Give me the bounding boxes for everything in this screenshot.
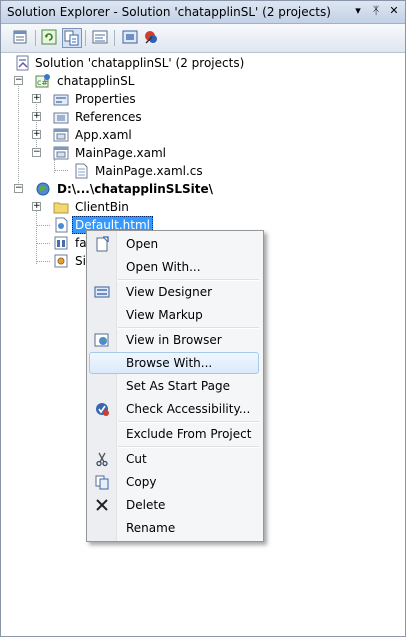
tree-label-references: References: [75, 110, 142, 124]
refresh-icon: [41, 29, 57, 45]
references-icon: [53, 112, 69, 124]
tree-label-clientbin: ClientBin: [75, 200, 129, 214]
properties-button[interactable]: [11, 28, 31, 48]
menu-label: Cut: [126, 452, 147, 466]
website-project-icon: [36, 182, 50, 196]
refresh-button[interactable]: [40, 28, 60, 48]
silverlight-project-icon: c#: [35, 74, 50, 88]
menu-item-copy[interactable]: Copy: [89, 471, 259, 493]
view-designer-icon: [94, 286, 110, 298]
menu-item-rename[interactable]: Rename: [89, 517, 259, 539]
menu-item-open[interactable]: Open: [89, 233, 259, 255]
collapse-icon[interactable]: −: [14, 184, 23, 193]
view-in-browser-icon: [94, 333, 109, 347]
context-menu: Open Open With... View Designer View Mar…: [86, 230, 264, 542]
tree-label-project1: chatapplinSL: [57, 74, 135, 88]
menu-label: Browse With...: [126, 356, 213, 370]
menu-item-browse-with[interactable]: Browse With...: [89, 352, 259, 374]
menu-label: View Designer: [126, 285, 213, 299]
properties-icon: [13, 30, 27, 44]
menu-label: Delete: [126, 498, 166, 512]
menu-item-view-designer[interactable]: View Designer: [89, 281, 259, 303]
tree-label-project2: D:\...\chatapplinSLSite\: [57, 182, 214, 196]
view-code-icon: [92, 30, 108, 44]
folder-icon: [53, 202, 69, 214]
csharp-file-icon: [75, 163, 88, 179]
delete-icon: [96, 499, 108, 511]
config-file-icon: [54, 254, 68, 268]
html-file-icon: [55, 217, 68, 233]
menu-item-open-with[interactable]: Open With...: [89, 256, 259, 278]
menu-label: Check Accessibility...: [126, 402, 251, 416]
tree-row-app-xaml[interactable]: + App.xaml: [1, 126, 405, 144]
tree-label-mainpage-cs: MainPage.xaml.cs: [95, 164, 203, 178]
close-icon[interactable]: ✕: [387, 4, 401, 18]
class-diagram-icon: [145, 31, 157, 44]
pin-icon[interactable]: ᛡ: [369, 4, 383, 18]
properties-folder-icon: [53, 94, 69, 106]
xaml-file-icon: [53, 146, 69, 160]
menu-item-view-markup[interactable]: View Markup: [89, 304, 259, 326]
menu-label: Open With...: [126, 260, 201, 274]
window-title: Solution Explorer - Solution 'chatapplin…: [7, 5, 331, 19]
solution-icon: [16, 55, 29, 71]
tree-label-solution: Solution 'chatapplinSL' (2 projects): [35, 56, 245, 70]
tree-row-project-chatapplinsl[interactable]: − c# chatapplinSL: [1, 72, 405, 90]
tree-row-references[interactable]: + References: [1, 108, 405, 126]
tree-label-mainpage-xaml: MainPage.xaml: [75, 146, 166, 160]
show-all-files-button[interactable]: [62, 28, 82, 48]
expand-icon[interactable]: +: [32, 94, 41, 103]
menu-item-delete[interactable]: Delete: [89, 494, 259, 516]
expand-icon[interactable]: +: [32, 112, 41, 121]
cut-icon: [96, 452, 108, 467]
title-bar: Solution Explorer - Solution 'chatapplin…: [1, 1, 405, 24]
expand-icon[interactable]: +: [32, 130, 41, 139]
menu-label: Exclude From Project: [126, 427, 252, 441]
tree-row-solution[interactable]: Solution 'chatapplinSL' (2 projects): [1, 54, 405, 72]
collapse-icon[interactable]: −: [32, 148, 41, 157]
menu-item-check-accessibility[interactable]: Check Accessibility...: [89, 398, 259, 420]
menu-label: Set As Start Page: [126, 379, 230, 393]
copy-icon: [95, 475, 109, 490]
solution-explorer-window: Solution Explorer - Solution 'chatapplin…: [0, 0, 406, 637]
menu-label: Copy: [126, 475, 157, 489]
show-all-files-icon: [64, 30, 79, 46]
xaml-file-icon: [53, 128, 69, 142]
view-designer-button[interactable]: [121, 28, 141, 48]
aspx-file-icon: [54, 236, 68, 250]
tree-row-mainpage-xaml[interactable]: − MainPage.xaml: [1, 144, 405, 162]
view-designer-icon: [122, 30, 138, 44]
tree-row-clientbin[interactable]: + ClientBin: [1, 198, 405, 216]
menu-item-cut[interactable]: Cut: [89, 448, 259, 470]
tree-label-app-xaml: App.xaml: [75, 128, 132, 142]
menu-label: View Markup: [126, 308, 203, 322]
class-diagram-button[interactable]: [142, 28, 162, 48]
toolbar: [1, 24, 405, 53]
menu-label: View in Browser: [126, 333, 222, 347]
tree-label-properties: Properties: [75, 92, 136, 106]
collapse-icon[interactable]: −: [14, 76, 23, 85]
view-code-button[interactable]: [91, 28, 111, 48]
menu-label: Rename: [126, 521, 176, 535]
menu-item-view-in-browser[interactable]: View in Browser: [89, 329, 259, 351]
menu-item-set-as-start-page[interactable]: Set As Start Page: [89, 375, 259, 397]
expand-icon[interactable]: +: [32, 202, 41, 211]
dropdown-icon[interactable]: ▾: [351, 4, 365, 18]
tree-row-mainpage-cs[interactable]: MainPage.xaml.cs: [1, 162, 405, 180]
menu-label: Open: [126, 237, 159, 251]
tree-row-properties[interactable]: + Properties: [1, 90, 405, 108]
tree-row-project-site[interactable]: − D:\...\chatapplinSLSite\: [1, 180, 405, 198]
open-icon: [96, 236, 109, 252]
accessibility-icon: [96, 403, 109, 416]
menu-item-exclude-from-project[interactable]: Exclude From Project: [89, 423, 259, 445]
